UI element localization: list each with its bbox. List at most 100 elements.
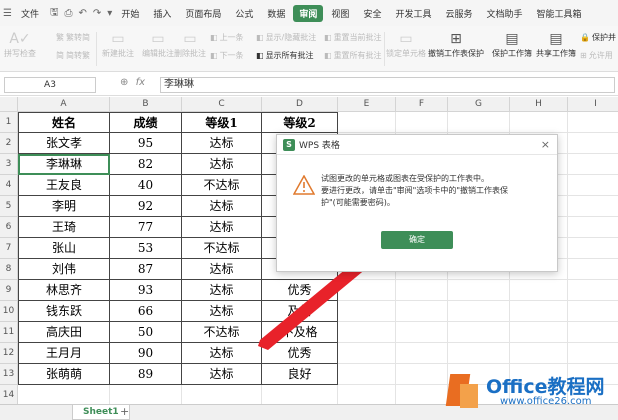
cell-g11[interactable] bbox=[448, 322, 510, 343]
cell-a14[interactable] bbox=[18, 385, 110, 406]
cell-f14[interactable] bbox=[396, 385, 448, 406]
cell-i1[interactable] bbox=[568, 112, 618, 133]
table-cell[interactable]: 优秀 bbox=[262, 343, 338, 364]
table-cell[interactable]: 钱东跃 bbox=[18, 301, 110, 322]
unprotect-sheet-button[interactable]: ⊞ 撤销工作表保护 bbox=[428, 30, 484, 59]
cell-h10[interactable] bbox=[510, 301, 568, 322]
table-cell[interactable]: 及格 bbox=[262, 301, 338, 322]
delete-comment-button[interactable]: ▭ 删除批注 bbox=[174, 30, 206, 59]
cell-f1[interactable] bbox=[396, 112, 448, 133]
cell-g10[interactable] bbox=[448, 301, 510, 322]
row-header-11[interactable]: 11 bbox=[0, 322, 18, 343]
table-cell[interactable]: 达标 bbox=[182, 196, 262, 217]
table-cell[interactable]: 高庆田 bbox=[18, 322, 110, 343]
table-cell[interactable]: 王琦 bbox=[18, 217, 110, 238]
print-icon[interactable]: ⎙ bbox=[62, 8, 76, 19]
row-header-1[interactable]: 1 bbox=[0, 112, 18, 133]
cell-i8[interactable] bbox=[568, 259, 618, 280]
table-cell[interactable]: 达标 bbox=[182, 133, 262, 154]
cell-e14[interactable] bbox=[338, 385, 396, 406]
table-header-cell[interactable]: 等级2 bbox=[262, 112, 338, 133]
cell-e10[interactable] bbox=[338, 301, 396, 322]
reset-current-comment-button[interactable]: ◧ 重置当前批注 bbox=[324, 32, 382, 43]
cell-i9[interactable] bbox=[568, 280, 618, 301]
row-header-3[interactable]: 3 bbox=[0, 154, 18, 175]
table-cell[interactable]: 达标 bbox=[182, 217, 262, 238]
cell-e9[interactable] bbox=[338, 280, 396, 301]
undo-icon[interactable]: ↶ bbox=[76, 8, 90, 19]
spellcheck-button[interactable]: A✓ 拼写检查 bbox=[4, 30, 36, 59]
simplify-button[interactable]: 繁繁转简 bbox=[56, 32, 90, 43]
column-header-b[interactable]: B bbox=[110, 97, 182, 112]
cell-g12[interactable] bbox=[448, 343, 510, 364]
table-cell[interactable]: 不达标 bbox=[182, 322, 262, 343]
row-header-14[interactable]: 14 bbox=[0, 385, 18, 406]
cell-e12[interactable] bbox=[338, 343, 396, 364]
table-cell[interactable]: 林思齐 bbox=[18, 280, 110, 301]
close-icon[interactable]: × bbox=[541, 138, 550, 151]
column-header-i[interactable]: I bbox=[568, 97, 618, 112]
show-all-comments-button[interactable]: ◧ 显示所有批注 bbox=[256, 50, 314, 61]
cell-g9[interactable] bbox=[448, 280, 510, 301]
cell-e1[interactable] bbox=[338, 112, 396, 133]
table-cell[interactable]: 53 bbox=[110, 238, 182, 259]
row-header-2[interactable]: 2 bbox=[0, 133, 18, 154]
table-cell[interactable]: 50 bbox=[110, 322, 182, 343]
share-workbook-button[interactable]: ▤ 共享工作簿 bbox=[536, 30, 576, 59]
cell-f12[interactable] bbox=[396, 343, 448, 364]
table-header-cell[interactable]: 姓名 bbox=[18, 112, 110, 133]
column-header-f[interactable]: F bbox=[396, 97, 448, 112]
protect-workbook-button[interactable]: ▤ 保护工作簿 bbox=[492, 30, 532, 59]
tab-security[interactable]: 安全 bbox=[357, 5, 387, 22]
table-cell[interactable]: 达标 bbox=[182, 301, 262, 322]
traditional-button[interactable]: 简简转繁 bbox=[56, 50, 90, 61]
row-header-10[interactable]: 10 bbox=[0, 301, 18, 322]
tab-view[interactable]: 视图 bbox=[325, 5, 355, 22]
cell-i11[interactable] bbox=[568, 322, 618, 343]
select-all-corner[interactable] bbox=[0, 97, 18, 112]
cell-h1[interactable] bbox=[510, 112, 568, 133]
tab-smart-toolbox[interactable]: 智能工具箱 bbox=[531, 5, 588, 22]
save-icon[interactable]: 🖫 bbox=[47, 5, 62, 22]
table-cell[interactable]: 王友良 bbox=[18, 175, 110, 196]
cell-h9[interactable] bbox=[510, 280, 568, 301]
selected-cell[interactable]: 李琳琳 bbox=[18, 154, 110, 175]
table-cell[interactable]: 张萌萌 bbox=[18, 364, 110, 385]
cell-e13[interactable] bbox=[338, 364, 396, 385]
table-cell[interactable]: 良好 bbox=[262, 364, 338, 385]
table-cell[interactable]: 达标 bbox=[182, 343, 262, 364]
table-cell[interactable]: 王月月 bbox=[18, 343, 110, 364]
tab-formulas[interactable]: 公式 bbox=[229, 5, 259, 22]
file-menu[interactable]: 文件 bbox=[15, 5, 45, 22]
cell-i2[interactable] bbox=[568, 133, 618, 154]
table-cell[interactable]: 不达标 bbox=[182, 175, 262, 196]
table-cell[interactable]: 达标 bbox=[182, 280, 262, 301]
cell-h11[interactable] bbox=[510, 322, 568, 343]
table-cell[interactable]: 李明 bbox=[18, 196, 110, 217]
next-comment-button[interactable]: ◧ 下一条 bbox=[210, 50, 244, 61]
table-cell[interactable]: 89 bbox=[110, 364, 182, 385]
table-cell[interactable]: 达标 bbox=[182, 154, 262, 175]
table-header-cell[interactable]: 等级1 bbox=[182, 112, 262, 133]
row-header-9[interactable]: 9 bbox=[0, 280, 18, 301]
ok-button[interactable]: 确定 bbox=[381, 231, 453, 249]
tab-home[interactable]: 开始 bbox=[115, 5, 145, 22]
table-cell[interactable]: 达标 bbox=[182, 364, 262, 385]
table-cell[interactable]: 77 bbox=[110, 217, 182, 238]
column-header-g[interactable]: G bbox=[448, 97, 510, 112]
row-header-7[interactable]: 7 bbox=[0, 238, 18, 259]
table-cell[interactable]: 95 bbox=[110, 133, 182, 154]
tab-cloud[interactable]: 云服务 bbox=[439, 5, 478, 22]
table-cell[interactable]: 92 bbox=[110, 196, 182, 217]
edit-comment-button[interactable]: ▭ 编辑批注 bbox=[142, 30, 174, 59]
row-header-8[interactable]: 8 bbox=[0, 259, 18, 280]
redo-icon[interactable]: ↷ bbox=[90, 8, 104, 19]
row-header-6[interactable]: 6 bbox=[0, 217, 18, 238]
cell-c14[interactable] bbox=[182, 385, 262, 406]
tab-review[interactable]: 审阅 bbox=[293, 4, 324, 22]
cell-i5[interactable] bbox=[568, 196, 618, 217]
column-header-a[interactable]: A bbox=[18, 97, 110, 112]
tab-data[interactable]: 数据 bbox=[261, 5, 291, 22]
name-box[interactable]: A3 bbox=[4, 77, 96, 93]
lock-cell-button[interactable]: ▭ 锁定单元格 bbox=[386, 30, 426, 59]
